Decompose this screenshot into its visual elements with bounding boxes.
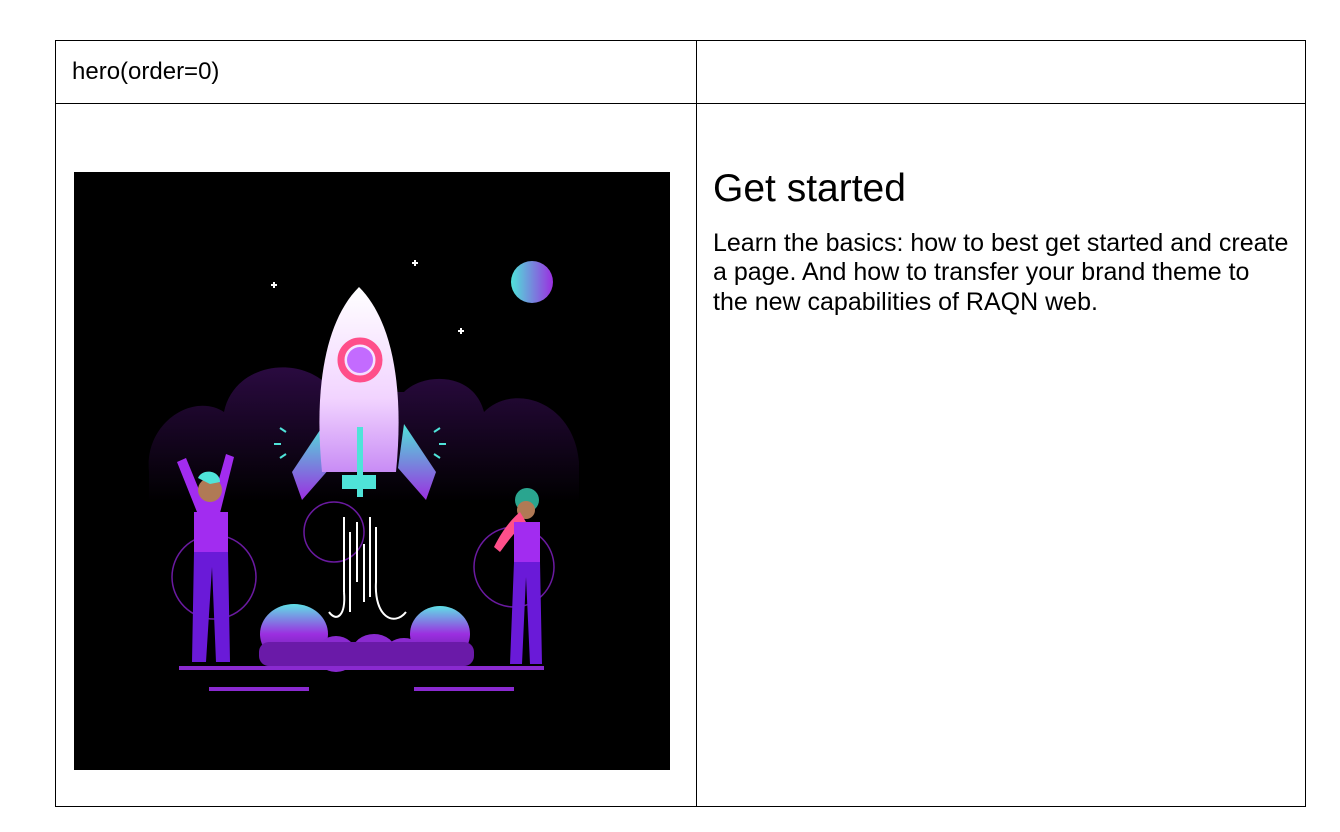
block-name: hero(order=0) [72, 58, 220, 85]
planet [511, 261, 553, 303]
hero-image [74, 172, 670, 770]
hero-title: Get started [713, 167, 906, 210]
hero-text-cell: Get started Learn the basics: how to bes… [696, 103, 1306, 807]
hero-block-table: hero(order=0) Get started Learn the basi… [55, 40, 1306, 807]
hero-body-text: Learn the basics: how to best get starte… [713, 228, 1289, 316]
ground-puffs [259, 604, 474, 672]
ground-line [179, 666, 544, 670]
rocket-launch-illustration [148, 260, 579, 691]
exhaust-lines [328, 517, 407, 620]
hero-image-cell [55, 103, 697, 807]
person-right [494, 488, 542, 664]
block-name-cell: hero(order=0) [55, 40, 697, 104]
empty-header-cell [696, 40, 1306, 104]
